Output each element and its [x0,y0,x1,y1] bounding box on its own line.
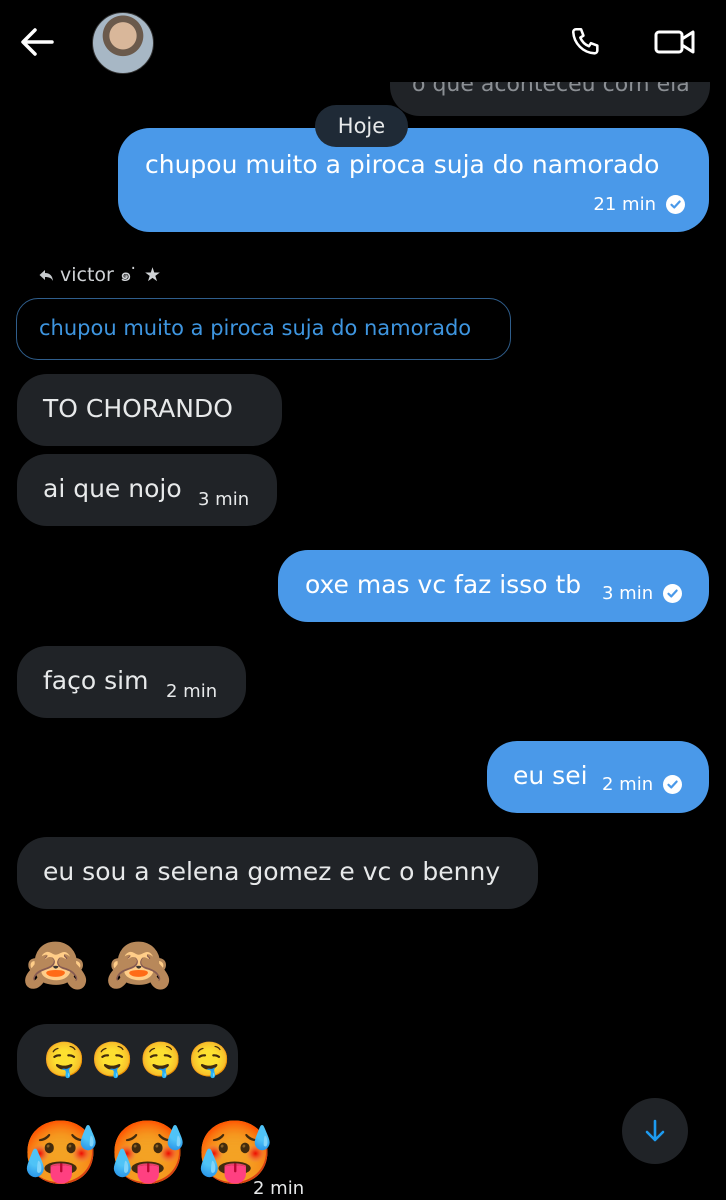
video-call-button[interactable] [648,20,702,64]
avatar[interactable] [92,12,154,74]
incoming-message[interactable]: TO CHORANDO [17,374,282,446]
message-text: oxe mas vc faz isso tb [305,570,582,599]
message-text: eu sei [513,761,588,790]
message-text: ai que nojo [43,474,182,503]
message-time: 3 min [602,583,654,604]
date-divider: Hoje [315,105,408,147]
read-check-icon [663,584,683,603]
video-camera-icon [654,30,695,54]
emoji-message[interactable]: 🙈🙈 [22,938,188,992]
incoming-message[interactable]: eu sou a selena gomez e vc o benny [17,837,538,909]
message-text: faço sim [43,666,149,695]
reply-arrow-icon [39,270,53,281]
emoji-message-bubble[interactable]: 🤤🤤🤤🤤 [17,1024,238,1097]
message-time: 2 min [602,774,654,795]
emoji-message[interactable]: 🥵🥵🥵 [22,1122,284,1184]
scroll-to-bottom-button[interactable] [622,1098,688,1164]
message-meta: 2 min [602,774,683,795]
message-text: eu sou a selena gomez e vc o benny [43,857,501,886]
reply-author: victor ๑ ̇ ★ [60,264,162,286]
quoted-message-text: chupou muito a piroca suja do namorado [39,316,472,340]
emoji-message-text: 🤤🤤🤤🤤 [43,1040,237,1080]
message-meta: 3 min [602,583,683,604]
message-time: 2 min [166,681,218,702]
incoming-message[interactable]: ai que nojo 3 min [17,454,277,526]
outgoing-message[interactable]: eu sei 2 min [487,741,709,813]
incoming-message[interactable]: faço sim 2 min [17,646,246,718]
call-button[interactable] [564,20,608,64]
message-meta: 21 min [593,194,685,215]
arrow-down-icon [645,1119,665,1142]
message-text: TO CHORANDO [43,394,233,423]
message-time: 21 min [593,194,656,215]
quoted-message[interactable]: chupou muito a piroca suja do namorado [16,298,511,360]
read-check-icon [663,775,683,794]
phone-icon [571,27,599,55]
outgoing-message[interactable]: oxe mas vc faz isso tb 3 min [278,550,709,622]
read-check-icon [666,195,685,214]
reply-indicator: victor ๑ ̇ ★ [38,260,161,290]
message-time: 3 min [198,489,250,510]
date-divider-label: Hoje [337,114,386,138]
message-time: 2 min [253,1178,305,1199]
message-text: chupou muito a piroca suja do namorado [145,150,660,179]
arrow-left-icon [21,28,54,56]
back-button[interactable] [14,22,60,62]
outgoing-message[interactable]: chupou muito a piroca suja do namorado 2… [118,128,709,232]
top-bar [0,0,726,82]
